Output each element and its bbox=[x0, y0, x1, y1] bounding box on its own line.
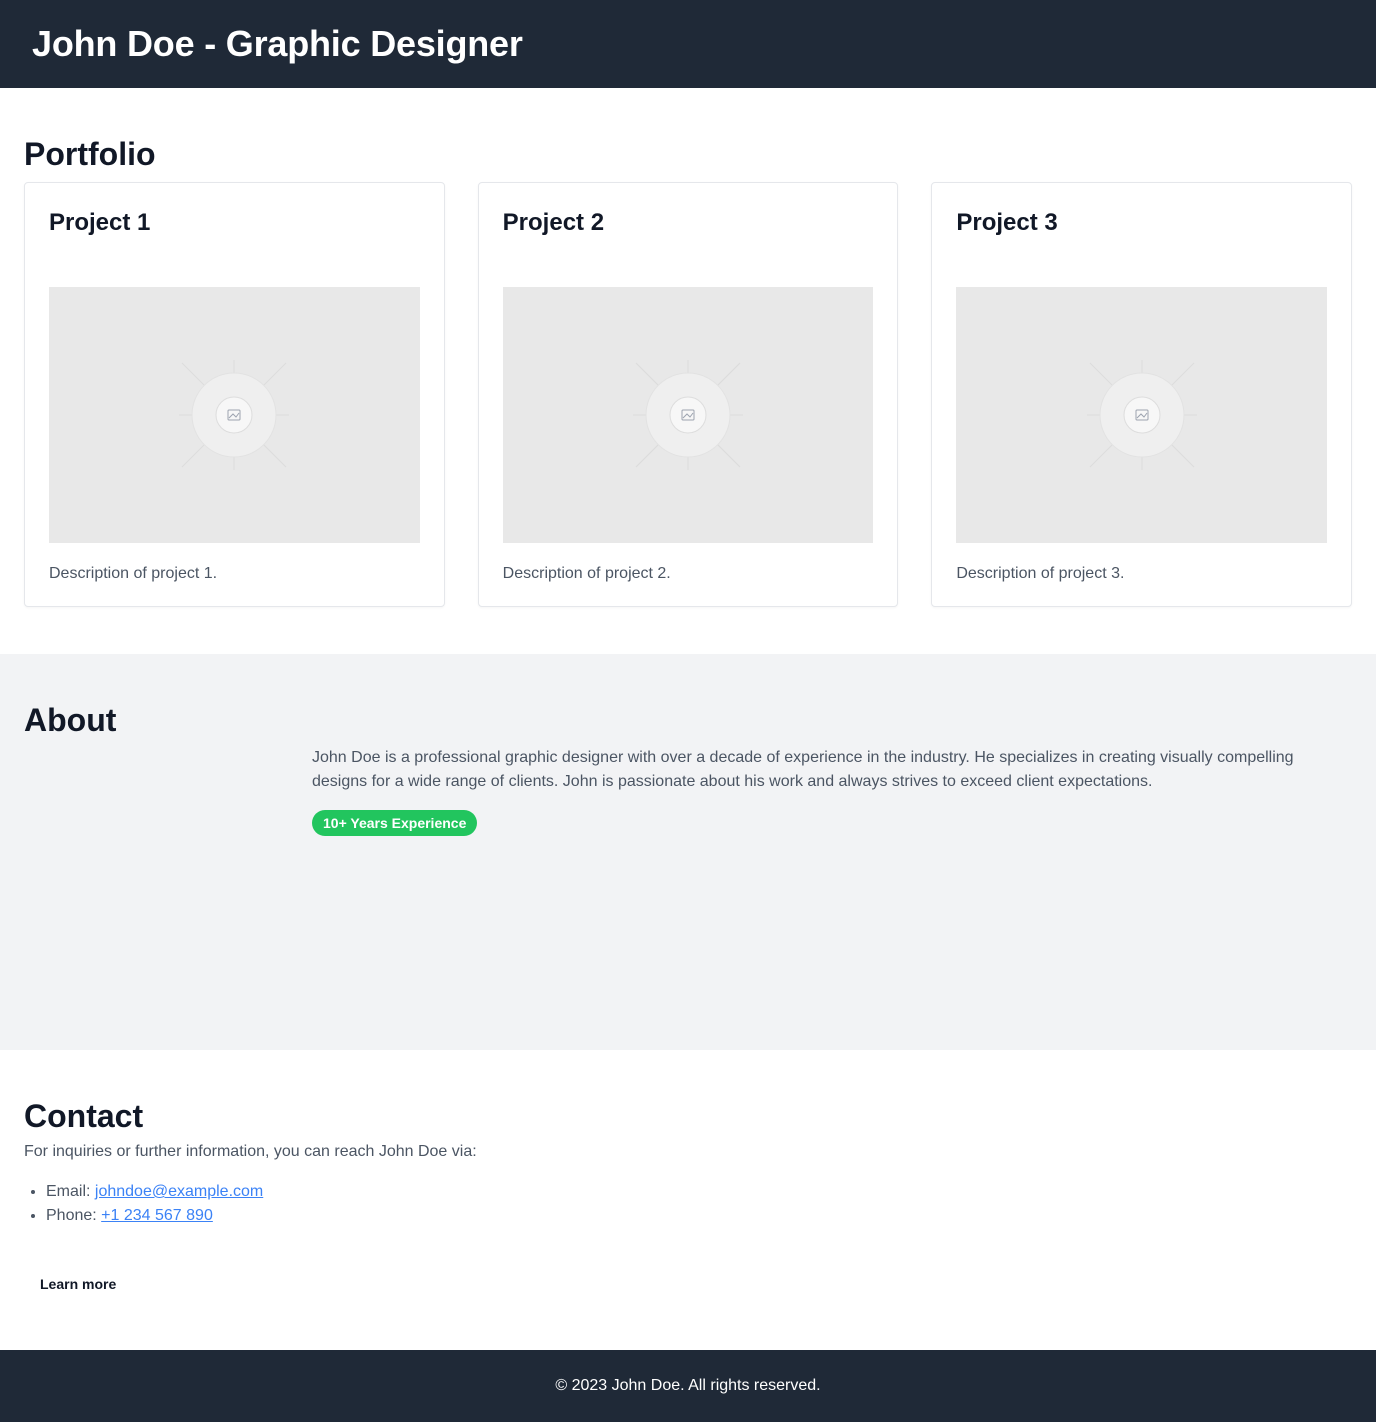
contact-list: Email: johndoe@example.com Phone: +1 234… bbox=[24, 1180, 1352, 1228]
phone-label: Phone: bbox=[46, 1207, 97, 1224]
copyright-text: © 2023 John Doe. All rights reserved. bbox=[555, 1377, 821, 1394]
project-list: Project 1 Description of project 1. Proj… bbox=[24, 182, 1353, 607]
about-body: John Doe is a professional graphic desig… bbox=[312, 746, 1322, 836]
project-title: Project 2 bbox=[502, 209, 605, 236]
project-title: Project 3 bbox=[956, 209, 1058, 236]
contact-title: Contact bbox=[24, 1098, 144, 1134]
about-title: About bbox=[24, 702, 117, 738]
project-title: Project 1 bbox=[49, 209, 151, 236]
learn-more-button[interactable]: Learn more bbox=[24, 1268, 132, 1300]
contact-email-item: Email: johndoe@example.com bbox=[46, 1180, 1352, 1204]
project-description: Description of project 2. bbox=[502, 565, 671, 582]
phone-link[interactable]: +1 234 567 890 bbox=[101, 1207, 213, 1224]
contact-phone-item: Phone: +1 234 567 890 bbox=[46, 1204, 1352, 1228]
site-footer: © 2023 John Doe. All rights reserved. bbox=[0, 1350, 1376, 1422]
project-image-placeholder bbox=[49, 287, 420, 543]
email-link[interactable]: johndoe@example.com bbox=[95, 1183, 263, 1200]
contact-intro: For inquiries or further information, yo… bbox=[24, 1143, 477, 1160]
project-description: Description of project 1. bbox=[49, 565, 218, 582]
portfolio-title: Portfolio bbox=[24, 136, 156, 172]
about-text: John Doe is a professional graphic desig… bbox=[312, 749, 1294, 790]
contact-section: Contact For inquiries or further informa… bbox=[0, 1050, 1376, 1350]
project-image-placeholder bbox=[956, 287, 1328, 543]
site-title: John Doe - Graphic Designer bbox=[32, 23, 523, 64]
image-placeholder-icon bbox=[1086, 360, 1197, 470]
project-card: Project 1 Description of project 1. bbox=[24, 182, 445, 607]
image-placeholder-icon bbox=[633, 360, 743, 470]
about-section: About John Doe is a professional graphic… bbox=[0, 654, 1376, 1050]
site-header: John Doe - Graphic Designer bbox=[0, 0, 1376, 88]
experience-badge: 10+ Years Experience bbox=[312, 810, 478, 836]
project-card: Project 2 Description of project 2. bbox=[477, 182, 899, 607]
image-placeholder-icon bbox=[179, 360, 290, 470]
portfolio-section: Portfolio Project 1 Description of proje… bbox=[0, 88, 1376, 654]
email-label: Email: bbox=[46, 1183, 91, 1200]
project-card: Project 3 Description of project 3. bbox=[931, 182, 1353, 607]
project-image-placeholder bbox=[502, 287, 874, 543]
project-description: Description of project 3. bbox=[956, 565, 1125, 582]
